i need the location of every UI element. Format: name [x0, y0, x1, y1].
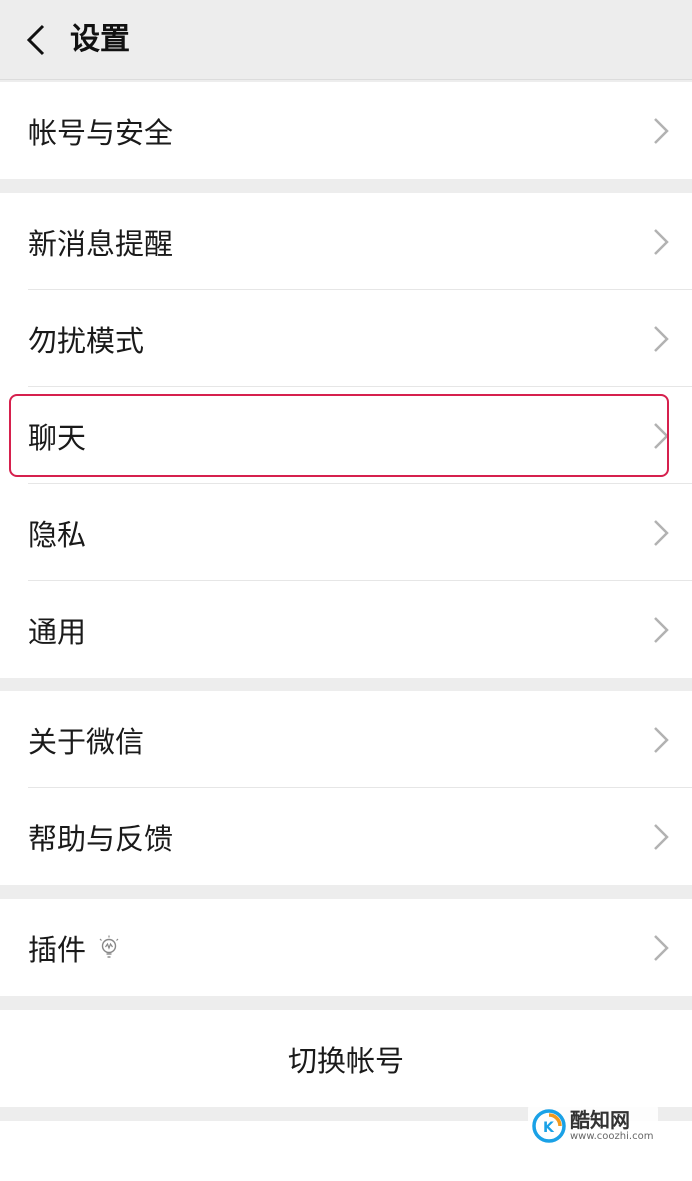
settings-item-do-not-disturb[interactable]: 勿扰模式: [0, 290, 692, 387]
chevron-right-icon: [654, 422, 669, 449]
settings-item-label: 隐私: [28, 517, 87, 552]
settings-item-label: 帮助与反馈: [28, 821, 174, 856]
watermark-name: 酷知网: [570, 1108, 630, 1132]
top-bar: 设置: [0, 0, 692, 80]
chevron-right-icon: [654, 823, 669, 850]
settings-item-label: 通用: [28, 614, 87, 649]
about-group: 关于微信 帮助与反馈: [0, 691, 692, 885]
switch-account-button[interactable]: 切换帐号: [0, 1010, 692, 1107]
lightbulb-icon: [99, 935, 119, 958]
settings-item-label: 新消息提醒: [28, 226, 174, 261]
chevron-right-icon: [654, 519, 669, 546]
page-title: 设置: [70, 22, 130, 57]
watermark-url: www.coozhi.com: [570, 1131, 654, 1142]
coozhi-logo-icon: K: [532, 1109, 566, 1143]
settings-item-chat[interactable]: 聊天: [0, 387, 692, 484]
settings-item-general[interactable]: 通用: [0, 581, 692, 678]
settings-item-label: 插件: [28, 932, 87, 967]
chevron-right-icon: [654, 117, 669, 144]
chevron-right-icon: [654, 934, 669, 961]
settings-item-plugins[interactable]: 插件: [0, 899, 692, 996]
settings-item-label: 帐号与安全: [28, 115, 174, 150]
svg-text:K: K: [543, 1120, 555, 1136]
main-settings-group: 新消息提醒 勿扰模式 聊天 隐私 通用: [0, 193, 692, 678]
chevron-right-icon: [654, 616, 669, 643]
settings-item-privacy[interactable]: 隐私: [0, 484, 692, 581]
settings-item-label: 聊天: [28, 420, 87, 455]
chevron-left-icon: [26, 24, 45, 56]
watermark: K 酷知网 www.coozhi.com: [528, 1103, 658, 1149]
chevron-right-icon: [654, 228, 669, 255]
back-button[interactable]: [16, 18, 56, 62]
settings-item-account-security[interactable]: 帐号与安全: [0, 82, 692, 179]
account-group: 帐号与安全: [0, 82, 692, 179]
chevron-right-icon: [654, 726, 669, 753]
chevron-right-icon: [654, 325, 669, 352]
plugins-group: 插件: [0, 899, 692, 996]
logout-label: 退出: [317, 1173, 375, 1181]
settings-item-label: 勿扰模式: [28, 323, 145, 358]
settings-item-help-feedback[interactable]: 帮助与反馈: [0, 788, 692, 885]
settings-item-about-wechat[interactable]: 关于微信: [0, 691, 692, 788]
settings-item-label: 关于微信: [28, 724, 145, 759]
settings-item-new-message-alert[interactable]: 新消息提醒: [0, 193, 692, 290]
switch-account-label: 切换帐号: [287, 1043, 404, 1078]
